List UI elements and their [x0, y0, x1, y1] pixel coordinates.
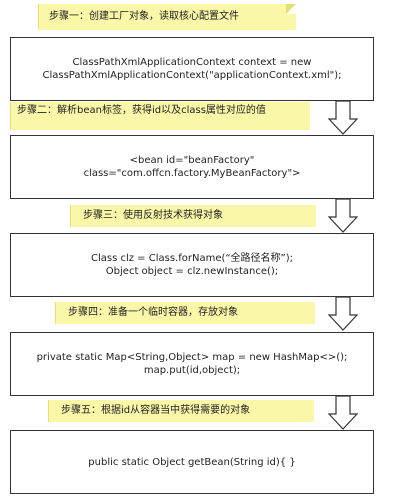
step1-code-box: ClassPathXmlApplicationContext context =…: [10, 37, 374, 101]
step2-code-line-2: class="com.offcn.factory.MyBeanFactory">: [83, 168, 301, 179]
step2-note: 步骤二：解析bean标签，获得id以及class属性对应的值: [10, 102, 310, 130]
step4-code-line-2: map.put(id,object);: [143, 365, 241, 376]
step3-note: 步骤三：使用反射技术获得对象: [70, 205, 316, 227]
down-arrow-icon: [328, 396, 358, 430]
down-arrow-icon: [328, 101, 358, 135]
note-fold-corner: [286, 4, 296, 14]
step2-code-box: <bean id="beanFactory" class="com.offcn.…: [10, 135, 374, 199]
step1-code-line-2: ClassPathXmlApplicationContext("applicat…: [42, 70, 342, 81]
step3-code-line-2: Object object = clz.newInstance();: [105, 266, 279, 277]
step4-note-text: 步骤四：准备一个临时容器，存放对象: [68, 307, 238, 318]
step4-note: 步骤四：准备一个临时容器，存放对象: [55, 302, 315, 324]
step3-code-line-1: Class clz = Class.forName(“全路径名称”);: [90, 253, 294, 264]
step1-code-line-1: ClassPathXmlApplicationContext context =…: [72, 57, 312, 68]
down-arrow-icon: [328, 199, 358, 233]
step5-code-box: public static Object getBean(String id){…: [10, 430, 374, 494]
step2-code-line-1: <bean id="beanFactory": [129, 155, 255, 166]
step2-note-text: 步骤二：解析bean标签，获得id以及class属性对应的值: [17, 105, 266, 116]
step5-note: 步骤五：根据id从容器当中获得需要的对象: [48, 400, 314, 422]
step5-code-line-1: public static Object getBean(String id){…: [88, 456, 296, 468]
step1-note-text: 步骤一：创建工厂对象，读取核心配置文件: [49, 11, 239, 22]
step3-note-text: 步骤三：使用反射技术获得对象: [83, 210, 223, 221]
step3-code-box: Class clz = Class.forName(“全路径名称”); Obje…: [10, 233, 374, 297]
down-arrow-icon: [328, 297, 358, 331]
step4-code-box: private static Map<String,Object> map = …: [10, 332, 374, 396]
step1-note: 步骤一：创建工厂对象，读取核心配置文件: [38, 4, 296, 30]
step4-code-line-1: private static Map<String,Object> map = …: [36, 352, 348, 363]
step5-note-text: 步骤五：根据id从容器当中获得需要的对象: [61, 405, 251, 416]
